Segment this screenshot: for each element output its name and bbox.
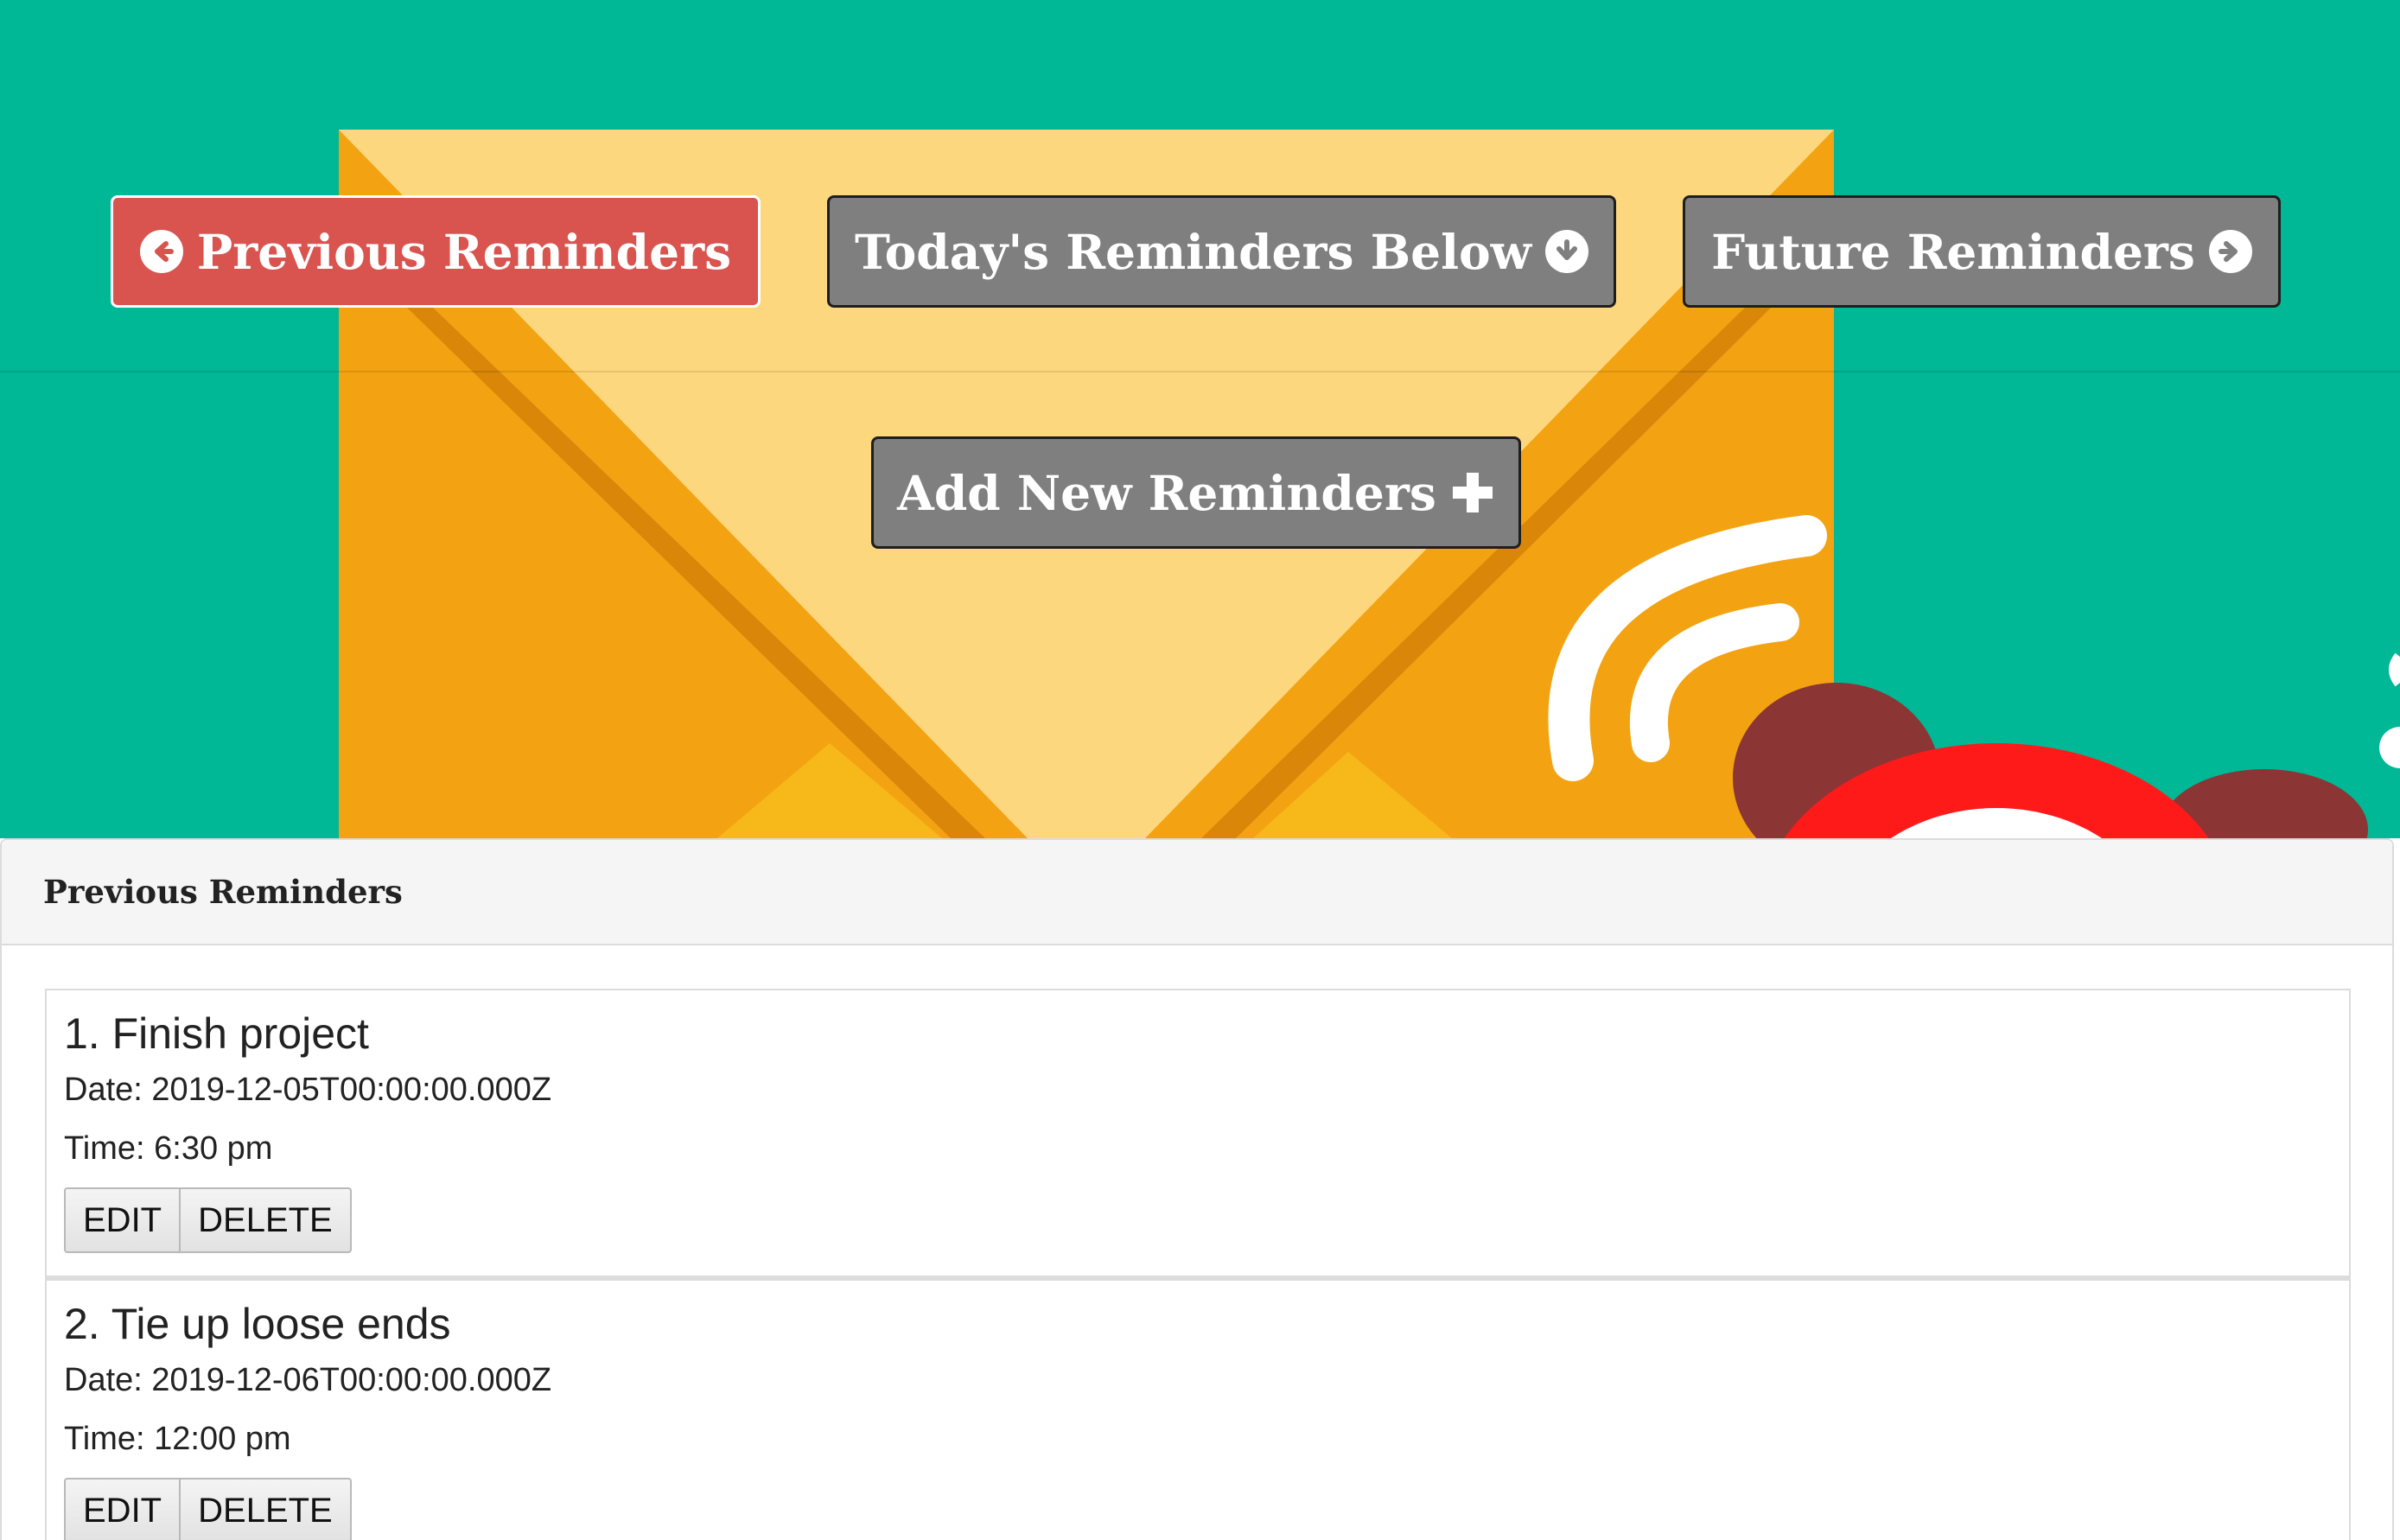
reminder-actions: EDIT DELETE: [64, 1187, 2349, 1253]
reminder-item: 1. Finish project Date: 2019-12-05T00:00…: [45, 989, 2351, 1277]
todays-reminders-button[interactable]: Today's Reminders Below: [827, 195, 1616, 308]
reminder-title: 1. Finish project: [64, 1009, 369, 1058]
reminder-time: Time: 6:30 pm: [64, 1130, 273, 1167]
reminder-time: Time: 12:00 pm: [64, 1421, 291, 1457]
plus-icon: [1452, 473, 1493, 512]
reminder-actions: EDIT DELETE: [64, 1478, 2349, 1540]
reminders-panel: Previous Reminders 1. Finish project Dat…: [0, 838, 2394, 1540]
delete-button[interactable]: DELETE: [181, 1187, 352, 1253]
add-new-reminders-label: Add New Reminders: [897, 464, 1436, 521]
future-reminders-label: Future Reminders: [1711, 223, 2195, 280]
arrow-circle-down-icon: [1545, 230, 1589, 273]
previous-reminders-label: Previous Reminders: [196, 223, 732, 280]
delete-button[interactable]: DELETE: [181, 1478, 352, 1540]
todays-reminders-label: Today's Reminders Below: [854, 223, 1532, 280]
arrow-circle-right-icon: [2208, 230, 2252, 273]
panel-heading: Previous Reminders: [2, 840, 2392, 945]
reminders-list: 1. Finish project Date: 2019-12-05T00:00…: [2, 945, 2392, 1540]
reminder-item: 2. Tie up loose ends Date: 2019-12-06T00…: [45, 1277, 2351, 1540]
edit-button[interactable]: EDIT: [64, 1478, 181, 1540]
future-reminders-button[interactable]: Future Reminders: [1683, 195, 2281, 308]
previous-reminders-button[interactable]: Previous Reminders: [111, 195, 761, 308]
add-new-reminders-button[interactable]: Add New Reminders: [871, 436, 1521, 549]
hero-banner: [0, 0, 2400, 838]
edit-button[interactable]: EDIT: [64, 1187, 181, 1253]
hero-divider: [0, 371, 2400, 372]
envelope-alarm-illustration: [339, 130, 2400, 838]
reminder-title: 2. Tie up loose ends: [64, 1300, 451, 1348]
reminder-date: Date: 2019-12-05T00:00:00.000Z: [64, 1072, 552, 1108]
reminder-date: Date: 2019-12-06T00:00:00.000Z: [64, 1362, 552, 1398]
arrow-circle-left-icon: [139, 230, 183, 273]
